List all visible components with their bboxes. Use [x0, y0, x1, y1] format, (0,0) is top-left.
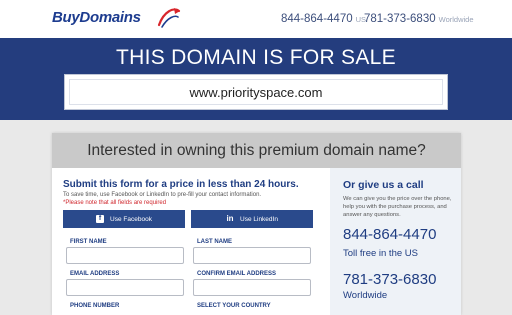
- form-subtitle: To save time, use Facebook or LinkedIn t…: [63, 192, 262, 198]
- call-us-phone-worldwide-note: Worldwide: [343, 290, 388, 301]
- first-name-field[interactable]: [66, 247, 184, 264]
- last-name-label: LAST NAME: [197, 239, 232, 245]
- call-us-sidebar: Or give us a call We can give you the pr…: [330, 168, 461, 315]
- call-us-phone-worldwide[interactable]: 781-373-6830: [343, 271, 436, 288]
- email-label: EMAIL ADDRESS: [70, 271, 120, 277]
- phone-label: PHONE NUMBER: [70, 303, 120, 309]
- last-name-field[interactable]: [193, 247, 311, 264]
- header-phone-worldwide[interactable]: 781-373-6830 Worldwide: [364, 13, 474, 25]
- logo-swoosh-icon: [157, 8, 181, 28]
- form-title: Submit this form for a price in less tha…: [63, 179, 299, 190]
- logo-text: BuyDomains: [52, 8, 141, 26]
- call-us-description: We can give you the price over the phone…: [343, 196, 452, 218]
- use-facebook-label: Use Facebook: [110, 215, 152, 223]
- domain-name: www.priorityspace.com: [69, 79, 443, 105]
- use-linkedin-button[interactable]: in Use LinkedIn: [191, 210, 313, 228]
- call-us-title: Or give us a call: [343, 179, 424, 191]
- banner-title: THIS DOMAIN IS FOR SALE: [116, 46, 396, 69]
- header-phone-us[interactable]: 844-864-4470 US: [281, 13, 366, 25]
- header-phone-us-number: 844-864-4470: [281, 13, 353, 25]
- inquiry-panel: Interested in owning this premium domain…: [52, 133, 461, 315]
- price-request-form: Submit this form for a price in less tha…: [52, 168, 330, 315]
- use-facebook-button[interactable]: f Use Facebook: [63, 210, 185, 228]
- facebook-icon: f: [96, 215, 105, 223]
- required-note: *Please note that all fields are require…: [63, 200, 167, 206]
- top-header: BuyDomains 844-864-4470 US 781-373-6830 Wo…: [0, 0, 512, 38]
- header-phone-worldwide-location: Worldwide: [438, 15, 474, 24]
- call-us-phone-us-note: Toll free in the US: [343, 248, 418, 259]
- buydomains-logo[interactable]: BuyDomains: [52, 6, 181, 28]
- first-name-label: FIRST NAME: [70, 239, 107, 245]
- panel-heading: Interested in owning this premium domain…: [52, 133, 461, 168]
- email-field[interactable]: [66, 279, 184, 296]
- domain-name-box: www.priorityspace.com: [64, 74, 448, 110]
- country-label: SELECT YOUR COUNTRY: [197, 303, 271, 309]
- call-us-phone-us[interactable]: 844-864-4470: [343, 226, 436, 243]
- use-linkedin-label: Use LinkedIn: [240, 215, 278, 223]
- header-phone-worldwide-number: 781-373-6830: [364, 13, 436, 25]
- confirm-email-field[interactable]: [193, 279, 311, 296]
- confirm-email-label: CONFIRM EMAIL ADDRESS: [197, 271, 277, 277]
- for-sale-banner: THIS DOMAIN IS FOR SALE www.priorityspac…: [0, 38, 512, 120]
- linkedin-icon: in: [226, 214, 234, 223]
